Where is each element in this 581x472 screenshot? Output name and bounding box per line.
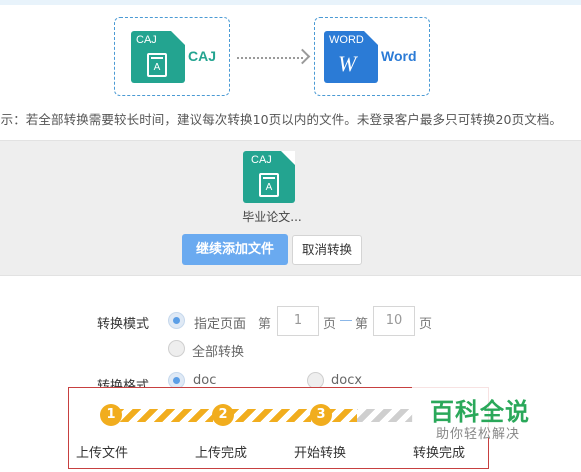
step-3-badge: 3 (310, 404, 332, 426)
format-doc-label: doc (193, 373, 217, 388)
target-format-label: Word (381, 48, 417, 64)
watermark-subtitle: 助你轻松解决 (436, 427, 521, 442)
step-4-label: 转换完成 (413, 446, 466, 461)
page-suffix: 页 (419, 317, 433, 332)
format-docx-label: docx (331, 373, 363, 388)
mode-label: 转换模式 (97, 317, 150, 332)
page-prefix: 第 (258, 317, 272, 332)
page-prefix-2: 第 (355, 317, 369, 332)
step-2-badge: 2 (212, 404, 234, 426)
mode-specified-radio[interactable] (168, 312, 185, 329)
start-page-input[interactable]: 1 (277, 306, 319, 336)
notice-text: 提示：若全部转换需要较长时间，建议每次转换10页以内的文件。未登录客户最多只可转… (0, 112, 563, 127)
progress-track-1 (111, 409, 213, 422)
arrow-line (237, 57, 303, 59)
uploaded-file-name: 毕业论文... (242, 210, 302, 224)
mode-all-radio[interactable] (168, 340, 185, 357)
mode-specified-label: 指定页面 (194, 317, 247, 332)
caj-file-icon: CAJ A (131, 31, 185, 83)
step-1-badge: 1 (100, 404, 122, 426)
step-1-label: 上传文件 (76, 446, 129, 461)
top-strip (0, 0, 581, 5)
page-mid: 页 (323, 317, 337, 332)
word-file-icon: WORD W (324, 31, 378, 83)
target-format-box: WORD W Word (314, 17, 430, 96)
uploaded-caj-icon: CAJ A (243, 151, 295, 203)
step-2-label: 上传完成 (195, 446, 248, 461)
mode-all-label: 全部转换 (192, 345, 245, 360)
step-3-label: 开始转换 (294, 446, 347, 461)
add-file-button[interactable]: 继续添加文件 (182, 234, 288, 265)
range-dash (340, 320, 352, 321)
progress-track-2 (223, 409, 311, 422)
source-format-box: CAJ A CAJ (114, 17, 230, 96)
arrow-right-icon (294, 48, 311, 65)
source-format-label: CAJ (188, 48, 217, 64)
cancel-conversion-button[interactable]: 取消转换 (292, 235, 362, 265)
progress-track-remaining (357, 409, 413, 422)
end-page-input[interactable]: 10 (373, 306, 415, 336)
watermark-title: 百科全说 (430, 398, 530, 426)
